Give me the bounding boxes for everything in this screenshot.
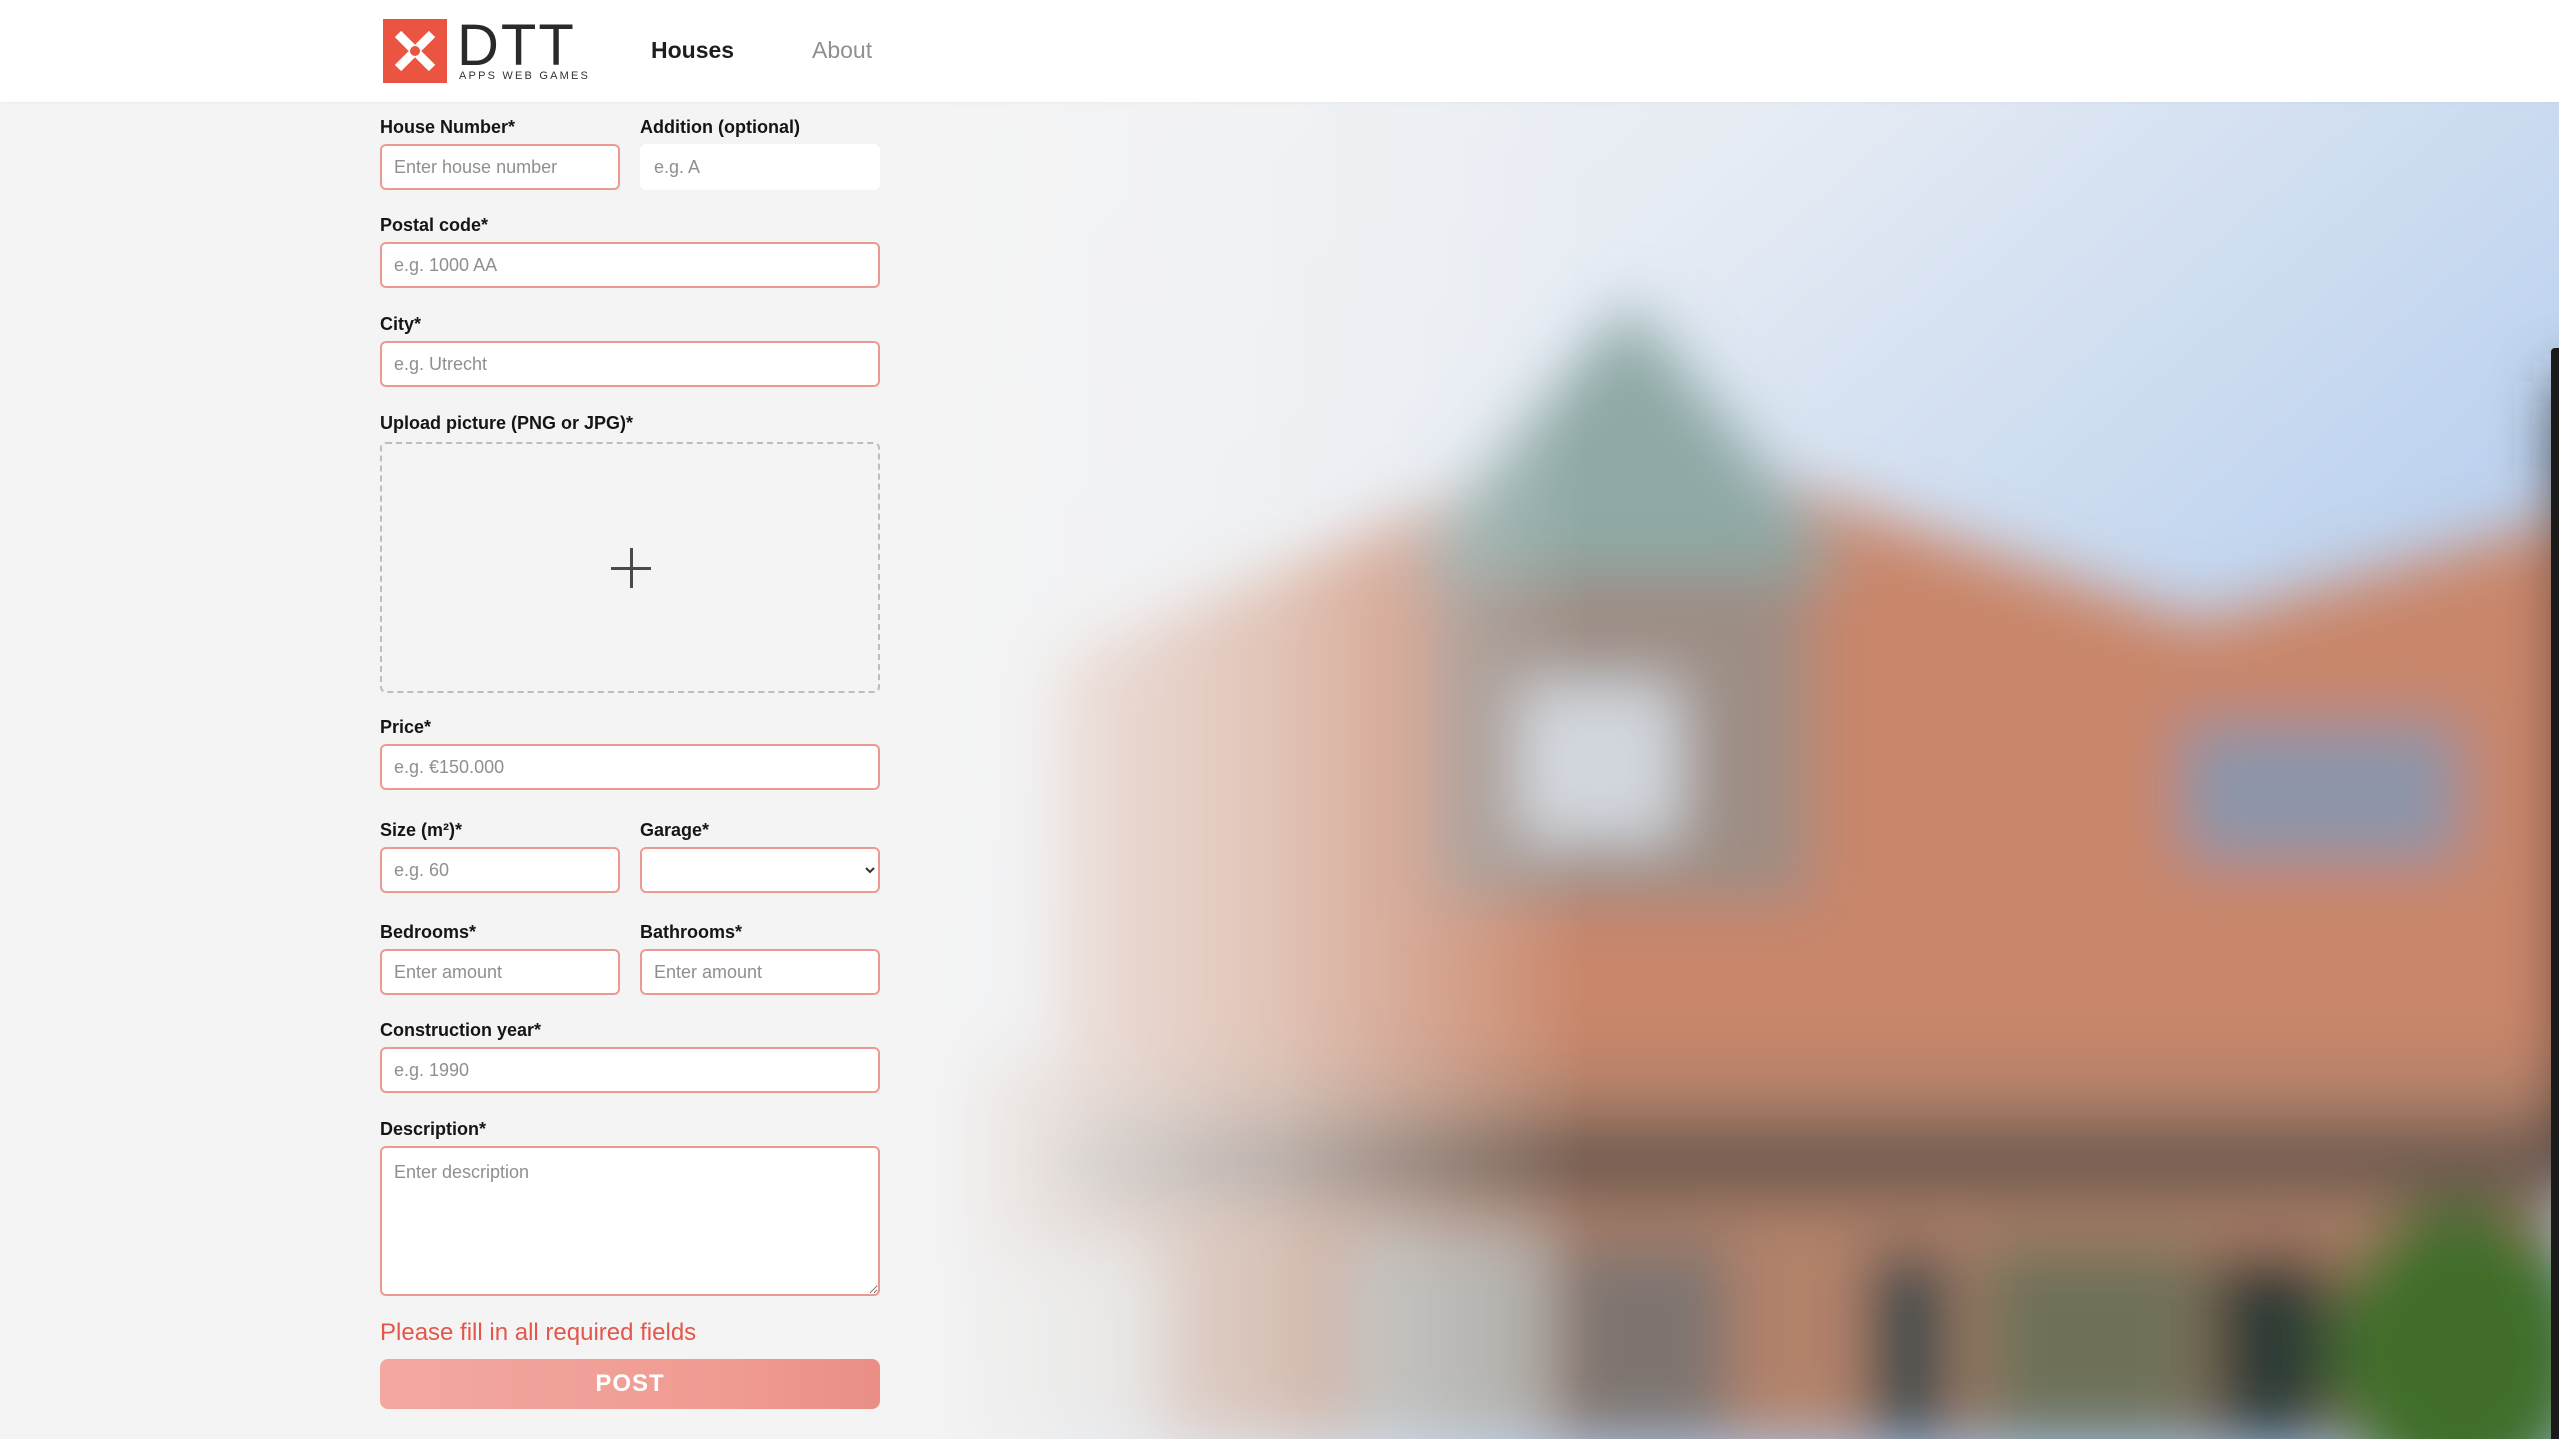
validation-error-message: Please fill in all required fields: [380, 1319, 697, 1346]
house-number-input[interactable]: [380, 144, 620, 190]
dtt-logo[interactable]: DTT APPS WEB GAMES: [383, 13, 588, 83]
bathrooms-input[interactable]: [640, 949, 880, 995]
logo-subtitle: APPS WEB GAMES: [459, 70, 591, 82]
bedrooms-label: Bedrooms*: [380, 922, 477, 942]
construction-year-input[interactable]: [380, 1047, 880, 1093]
city-input[interactable]: [380, 341, 880, 387]
post-button[interactable]: POST: [380, 1359, 880, 1409]
nav-houses[interactable]: Houses: [651, 34, 734, 66]
top-navigation-bar: DTT APPS WEB GAMES Houses About: [0, 0, 2559, 102]
postal-code-input[interactable]: [380, 242, 880, 288]
description-label: Description*: [380, 1119, 487, 1139]
bedrooms-input[interactable]: [380, 949, 620, 995]
price-label: Price*: [380, 717, 432, 737]
construction-year-label: Construction year*: [380, 1020, 542, 1040]
size-input[interactable]: [380, 847, 620, 893]
plus-icon: [611, 548, 651, 588]
upload-picture-label: Upload picture (PNG or JPG)*: [380, 413, 634, 433]
description-textarea[interactable]: [380, 1146, 880, 1296]
addition-label: Addition (optional): [640, 117, 800, 137]
city-label: City*: [380, 314, 422, 334]
price-input[interactable]: [380, 744, 880, 790]
house-number-label: House Number*: [380, 117, 516, 137]
upload-picture-dropzone[interactable]: [380, 442, 880, 693]
garage-select[interactable]: [640, 847, 880, 893]
scrollbar[interactable]: [2551, 348, 2559, 1439]
logo-x-icon: [383, 19, 447, 83]
bathrooms-label: Bathrooms*: [640, 922, 743, 942]
addition-input[interactable]: [640, 144, 880, 190]
logo-text: DTT: [457, 13, 576, 78]
postal-code-label: Postal code*: [380, 215, 489, 235]
garage-label: Garage*: [640, 820, 710, 840]
create-listing-form: House Number* Addition (optional) Postal…: [0, 102, 2559, 1439]
nav-about[interactable]: About: [812, 34, 872, 66]
size-label: Size (m²)*: [380, 820, 463, 840]
